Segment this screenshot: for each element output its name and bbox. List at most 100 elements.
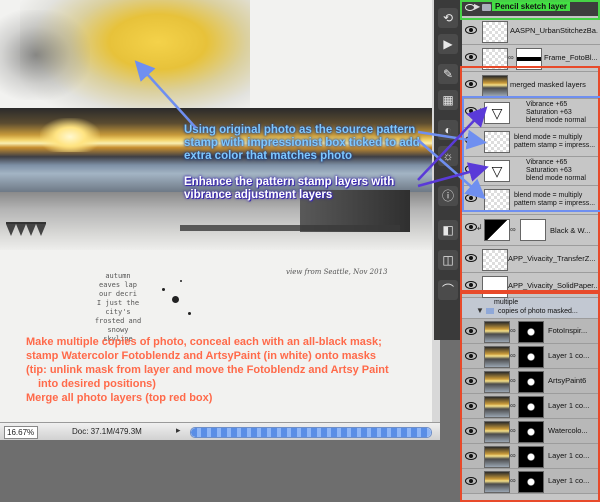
layer-thumbnail: [484, 421, 510, 443]
adjustments-icon[interactable]: ☼: [438, 146, 458, 166]
history-icon[interactable]: ⟲: [438, 8, 458, 28]
layer-row[interactable]: ∞ FotoInspir...: [462, 319, 600, 344]
eye-icon[interactable]: [465, 327, 477, 335]
layer-mask-thumbnail: [520, 219, 546, 241]
layer-row[interactable]: ↲ ∞ Black & W...: [462, 215, 600, 246]
eye-icon[interactable]: [465, 53, 477, 61]
layer-name: Layer 1 co...: [548, 351, 590, 360]
layer-name: Layer 1 co...: [548, 401, 590, 410]
color-icon[interactable]: ◐: [438, 120, 458, 140]
layer-row[interactable]: blend mode = multiply pattern stamp = im…: [462, 128, 600, 157]
document-size[interactable]: Doc: 37.1M/479.3M: [72, 427, 142, 436]
layer-row[interactable]: AASPN_UrbanStitchezBa...: [462, 18, 600, 45]
actions-icon[interactable]: ▶: [438, 34, 458, 54]
layer-mask-thumbnail: [518, 321, 544, 343]
eye-icon[interactable]: [465, 80, 477, 88]
clip-icon: ↲: [476, 223, 483, 232]
layer-detail: Saturation +63: [526, 109, 572, 116]
chain-icon[interactable]: ∞: [510, 426, 516, 435]
eye-icon[interactable]: [465, 427, 477, 435]
layer-detail: blend mode normal: [526, 117, 586, 124]
layer-thumbnail: [484, 446, 510, 468]
layer-name: Vibrance +65: [526, 101, 568, 108]
eye-icon[interactable]: [465, 402, 477, 410]
frame-edge: [180, 225, 400, 231]
layer-thumbnail: [482, 75, 508, 97]
layer-thumbnail: [484, 131, 510, 153]
chain-icon[interactable]: ∞: [510, 401, 516, 410]
eye-icon[interactable]: [465, 377, 477, 385]
layer-detail: pattern stamp = impress...: [514, 142, 596, 149]
layer-mask-thumbnail: [518, 421, 544, 443]
chain-icon[interactable]: ∞: [510, 225, 516, 234]
layer-thumbnail: [484, 346, 510, 368]
eye-icon[interactable]: [465, 452, 477, 460]
source-annotation: Using original photo as the source patte…: [184, 124, 420, 162]
status-menu-arrow-icon[interactable]: ▸: [176, 425, 181, 436]
disclosure-arrow-icon[interactable]: ▼: [476, 306, 484, 315]
scrollbar-thumb[interactable]: [191, 428, 431, 437]
layer-row[interactable]: ∞ Frame_FotoBl...: [462, 45, 600, 72]
clip-icon: ↲: [476, 107, 483, 116]
swatches-icon[interactable]: ▦: [438, 90, 458, 110]
masks-annotation-line-4: into desired positions): [38, 378, 156, 390]
layer-row[interactable]: ∞ Layer 1 co...: [462, 394, 600, 419]
eye-icon[interactable]: [465, 281, 477, 289]
splatter-dot: [162, 288, 165, 291]
layer-mask-thumbnail: [518, 396, 544, 418]
layer-name: Layer 1 co...: [548, 451, 590, 460]
layer-row[interactable]: APP_Vivacity_TransferZ...: [462, 246, 600, 273]
eye-icon[interactable]: [465, 254, 477, 262]
layer-mask-thumbnail: [518, 471, 544, 493]
status-bar: 16.67% Doc: 37.1M/479.3M ▸: [0, 422, 440, 440]
layer-row[interactable]: merged masked layers: [462, 72, 600, 99]
layer-mask-thumbnail: [518, 371, 544, 393]
eye-icon[interactable]: [465, 352, 477, 360]
channels-icon[interactable]: ◫: [438, 250, 458, 270]
layer-mask-thumbnail: [518, 346, 544, 368]
layer-name: APP_Vivacity_TransferZ...: [508, 254, 596, 263]
layer-row[interactable]: blend mode = multiply pattern stamp = im…: [462, 186, 600, 215]
layer-detail: blend mode normal: [526, 175, 586, 182]
eye-icon[interactable]: [465, 136, 477, 144]
eye-icon[interactable]: [465, 194, 477, 202]
splatter-dot: [172, 296, 179, 303]
layer-row[interactable]: ∞ Layer 1 co...: [462, 469, 600, 494]
chain-icon[interactable]: ∞: [510, 451, 516, 460]
layer-thumbnail: [484, 371, 510, 393]
sun-glow: [40, 118, 100, 152]
layer-thumbnail: [484, 471, 510, 493]
scrollbar-horizontal[interactable]: [190, 427, 432, 438]
paths-icon[interactable]: ⌒: [438, 280, 458, 300]
disclosure-arrow-icon[interactable]: ▶: [474, 2, 480, 11]
layer-name: Layer 1 co...: [548, 476, 590, 485]
layer-thumbnail: [484, 189, 510, 211]
layer-row[interactable]: ↲ Vibrance +65 Saturation +63 blend mode…: [462, 99, 600, 128]
layer-name: AASPN_UrbanStitchezBa...: [510, 26, 598, 35]
layers-icon[interactable]: ◧: [438, 220, 458, 240]
layer-row[interactable]: ∞ Watercolo...: [462, 419, 600, 444]
layer-name: merged masked layers: [510, 80, 586, 89]
eye-icon[interactable]: [465, 477, 477, 485]
brush-icon[interactable]: ✎: [438, 64, 458, 84]
chain-icon[interactable]: ∞: [510, 351, 516, 360]
chain-icon[interactable]: ∞: [510, 476, 516, 485]
layer-row[interactable]: APP_Vivacity_SolidPaper...: [462, 273, 600, 298]
chain-icon[interactable]: ∞: [510, 376, 516, 385]
chain-icon[interactable]: ∞: [510, 326, 516, 335]
zoom-field[interactable]: 16.67%: [4, 426, 38, 439]
group-label: Pencil sketch layer: [492, 2, 571, 11]
layer-row[interactable]: ∞ Layer 1 co...: [462, 344, 600, 369]
adjustment-thumbnail: [484, 219, 510, 241]
adjustment-thumbnail: [484, 102, 510, 124]
eye-icon[interactable]: [465, 26, 477, 34]
layer-row[interactable]: ∞ ArtsyPaint6: [462, 369, 600, 394]
bunting-decoration: [6, 222, 46, 244]
layer-group-pencil-sketch[interactable]: ▶ Pencil sketch layer: [462, 0, 600, 16]
layer-row[interactable]: ∞ Layer 1 co...: [462, 444, 600, 469]
masks-annotation-line-5: Merge all photo layers (top red box): [26, 392, 213, 404]
info-icon[interactable]: ⓘ: [438, 186, 458, 206]
layer-row[interactable]: ↲ Vibrance +65 Saturation +63 blend mode…: [462, 157, 600, 186]
layer-group-photo-copies[interactable]: multiple ▼ copies of photo masked...: [462, 298, 600, 319]
chain-icon[interactable]: ∞: [508, 53, 514, 62]
